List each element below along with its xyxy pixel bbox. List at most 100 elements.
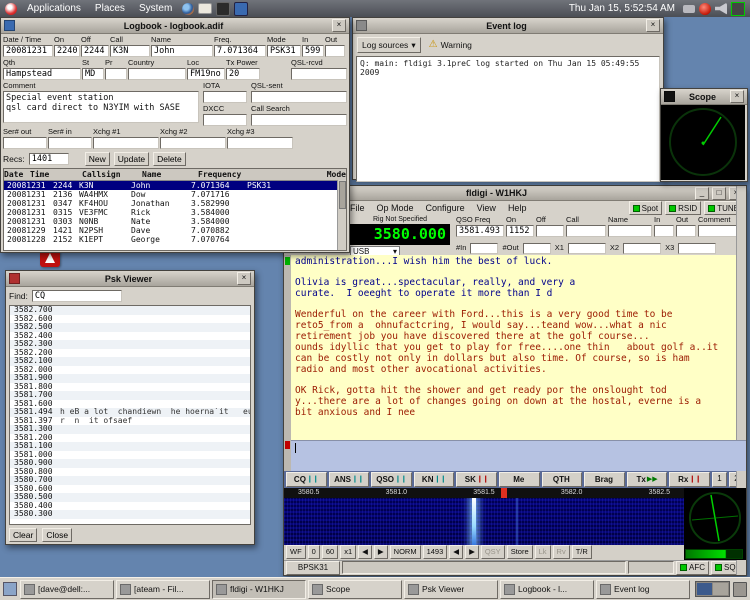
menu-item[interactable]: File	[350, 203, 365, 213]
waterfall-control-button[interactable]: QSY	[481, 545, 505, 559]
qsl-rcvd-input[interactable]	[291, 68, 347, 80]
waterfall-control-button[interactable]: ◀	[449, 545, 463, 559]
receive-pane[interactable]: administration...I wish him the best of …	[291, 255, 746, 440]
workspace-2[interactable]	[713, 583, 728, 595]
scrollbar-thumb[interactable]	[339, 181, 346, 209]
panel-menu-item[interactable]: Applications	[21, 2, 87, 15]
macro-button[interactable]: QSO ❙❙	[371, 472, 412, 487]
close-icon[interactable]: ×	[332, 19, 346, 32]
in-input[interactable]	[302, 45, 324, 57]
scope-titlebar[interactable]: Scope ×	[661, 89, 747, 105]
close-icon[interactable]: ×	[237, 272, 251, 285]
close-button[interactable]: Close	[42, 528, 72, 542]
eventlog-content[interactable]: Q: main: fldigi 3.1preC log started on T…	[356, 56, 660, 182]
workspace-switcher[interactable]	[695, 581, 730, 597]
table-row[interactable]: 20081231 0315 VE3FMC Rick 3.584000	[4, 208, 346, 217]
macro-button[interactable]: ANS ❙❙	[329, 472, 370, 487]
exchange3-input[interactable]	[678, 243, 716, 254]
menu-item[interactable]: Op Mode	[377, 203, 414, 213]
table-row[interactable]: 20081229 1421 N2PSH Dave 7.070882	[4, 226, 346, 235]
table-row[interactable]: 20081231 2244 K3N John 7.071364 PSK31	[4, 181, 346, 190]
panel-menu-item[interactable]: System	[133, 2, 178, 15]
column-header[interactable]: Time	[30, 169, 82, 180]
column-header[interactable]: Frequency	[198, 169, 327, 180]
macro-button[interactable]: CQ ❙❙	[286, 472, 327, 487]
waterfall-control-button[interactable]: T/R	[572, 545, 592, 559]
log-level-indicator[interactable]: ⚠ Warning	[429, 40, 472, 50]
serial-in-input[interactable]	[470, 243, 498, 254]
keyboard-indicator-icon[interactable]	[683, 5, 695, 13]
tx-power-input[interactable]	[226, 68, 260, 80]
call-search-input[interactable]	[251, 114, 347, 126]
table-scrollbar[interactable]	[337, 180, 346, 250]
column-header[interactable]: Date	[4, 169, 30, 180]
waterfall-control-button[interactable]: Rv	[553, 545, 570, 559]
waterfall-control-button[interactable]: Store	[507, 545, 533, 559]
exchange1-input[interactable]	[568, 243, 606, 254]
eventlog-titlebar[interactable]: Event log ×	[353, 18, 663, 34]
xchg1-input[interactable]	[93, 137, 159, 149]
table-row[interactable]: 20081231 2136 WA4HMX Dow 7.071716	[4, 190, 346, 199]
locator-input[interactable]	[187, 68, 225, 80]
column-header[interactable]: Mode	[327, 169, 346, 180]
trash-icon[interactable]	[733, 582, 747, 597]
taskbar-item[interactable]: Event log	[596, 580, 690, 599]
psk-viewer-titlebar[interactable]: Psk Viewer ×	[6, 271, 254, 287]
qsl-sent-input[interactable]	[251, 91, 347, 103]
out-input[interactable]	[325, 45, 345, 57]
iota-input[interactable]	[203, 91, 247, 103]
macro-page-button[interactable]: 1	[712, 472, 727, 487]
carrier-marker[interactable]	[501, 488, 507, 498]
waterfall-control-button[interactable]: 1493	[423, 545, 448, 559]
toggle-button[interactable]: Spot	[629, 201, 662, 215]
afc-button[interactable]: AFC	[676, 561, 709, 575]
freq-input[interactable]	[214, 45, 266, 57]
power-icon[interactable]	[699, 3, 711, 15]
macro-button[interactable]: Brag	[584, 472, 625, 487]
mail-launcher-icon[interactable]	[198, 3, 212, 14]
menu-item[interactable]: View	[477, 203, 496, 213]
xchg2-input[interactable]	[160, 137, 226, 149]
volume-icon[interactable]	[715, 3, 727, 15]
frequency-display[interactable]: 3580.000	[350, 224, 450, 245]
writer-launcher-icon[interactable]	[234, 2, 248, 16]
time-off-input[interactable]	[536, 225, 564, 237]
rst-in-input[interactable]	[654, 225, 674, 237]
taskbar-item[interactable]: Psk Viewer	[404, 580, 498, 599]
macro-button[interactable]: SK ❙❙	[456, 472, 497, 487]
waterfall-control-button[interactable]: ◀	[358, 545, 372, 559]
recs-count-input[interactable]	[29, 153, 69, 165]
macro-button[interactable]: Rx ❙❙	[669, 472, 710, 487]
show-desktop-icon[interactable]	[3, 582, 17, 596]
waterfall-control-button[interactable]: 60	[322, 545, 338, 559]
panel-menu-item[interactable]: Places	[89, 2, 131, 15]
province-input[interactable]	[105, 68, 127, 80]
network-icon[interactable]	[731, 2, 745, 16]
country-input[interactable]	[128, 68, 186, 80]
macro-button[interactable]: Tx ▶▶	[627, 472, 668, 487]
menu-item[interactable]: Configure	[426, 203, 465, 213]
taskbar-item[interactable]: [ateam - Fil...	[116, 580, 210, 599]
workspace-1[interactable]	[697, 583, 712, 595]
taskbar-item[interactable]: Scope	[308, 580, 402, 599]
date-time-input[interactable]	[3, 45, 53, 57]
table-row[interactable]: 20081228 2152 K1EPT George 7.070764	[4, 235, 346, 244]
taskbar-item[interactable]: [dave@dell:...	[20, 580, 114, 599]
toggle-button[interactable]: RSID	[665, 201, 701, 215]
off-input[interactable]	[81, 45, 109, 57]
time-on-input[interactable]	[506, 225, 534, 237]
table-row[interactable]: 20081231 0347 KF4HOU Jonathan 3.582990	[4, 199, 346, 208]
name-input[interactable]	[151, 45, 213, 57]
dxcc-input[interactable]	[203, 114, 247, 126]
on-input[interactable]	[54, 45, 80, 57]
logbook-titlebar[interactable]: Logbook - logbook.adif ×	[1, 18, 349, 34]
taskbar-item[interactable]: Logbook - l...	[500, 580, 594, 599]
waterfall-control-button[interactable]: Lk	[535, 545, 551, 559]
distro-menu-icon[interactable]	[5, 3, 17, 15]
state-input[interactable]	[82, 68, 104, 80]
update-button[interactable]: Update	[114, 152, 149, 166]
minimize-icon[interactable]: _	[695, 187, 709, 200]
delete-button[interactable]: Delete	[153, 152, 186, 166]
call-input[interactable]	[110, 45, 150, 57]
waterfall-control-button[interactable]: x1	[340, 545, 356, 559]
